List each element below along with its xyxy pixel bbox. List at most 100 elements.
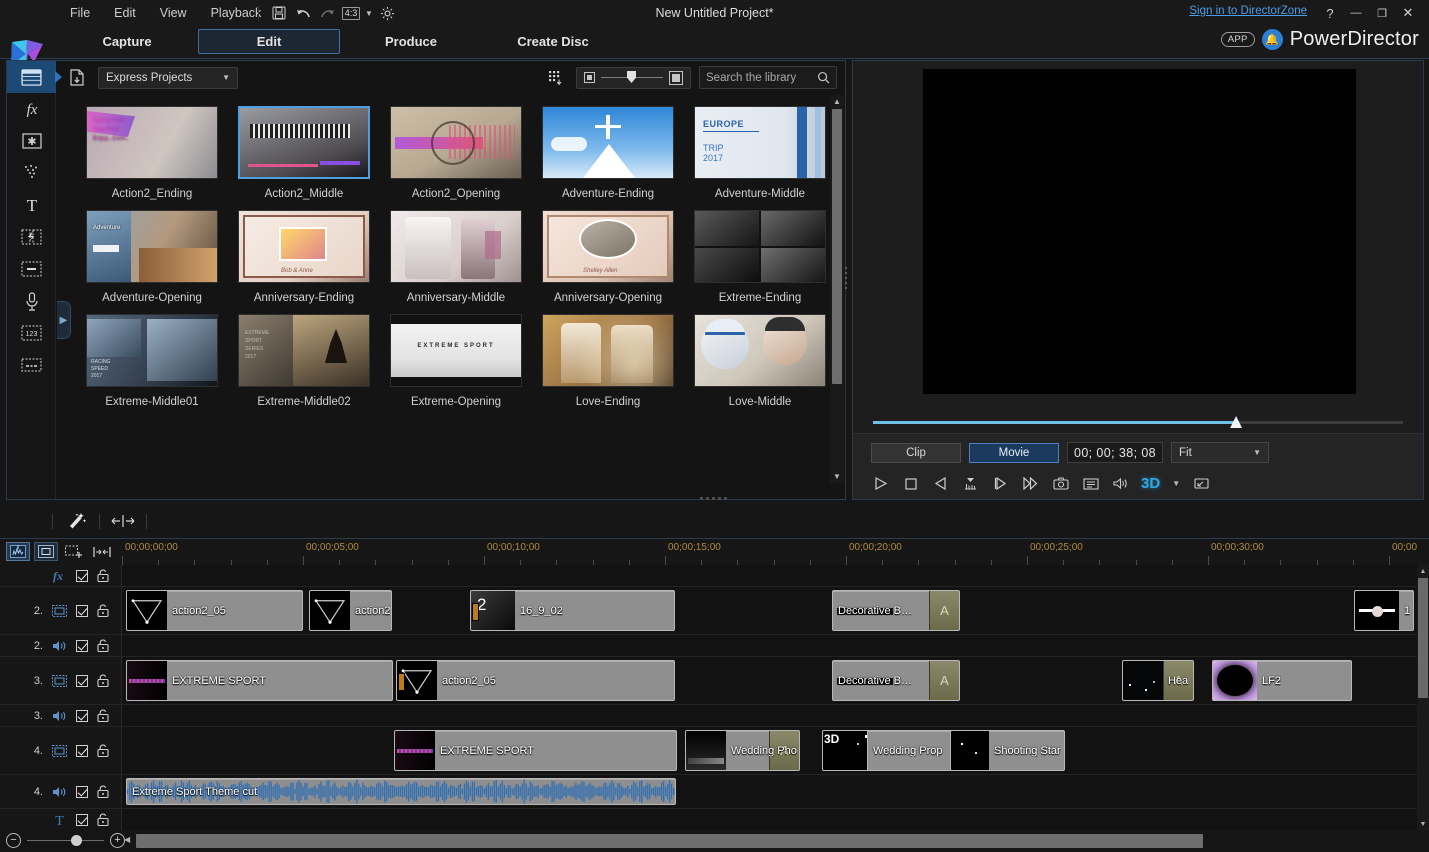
audio-mixing-room-icon[interactable] xyxy=(7,253,56,285)
library-item[interactable]: Anniversary-Middle xyxy=(390,210,522,304)
track-lane[interactable] xyxy=(122,705,1429,726)
library-expand-handle[interactable]: ▶ xyxy=(57,301,71,339)
library-item[interactable]: Love-Middle xyxy=(694,314,826,408)
library-item-thumbnail[interactable] xyxy=(694,314,826,387)
preview-timecode[interactable]: 00; 00; 38; 08 xyxy=(1067,442,1163,463)
track-header[interactable]: 4. xyxy=(0,727,122,774)
library-item[interactable]: Action2_Opening xyxy=(390,106,522,200)
track-lock-icon[interactable] xyxy=(97,639,109,652)
fullscreen-icon[interactable] xyxy=(1192,474,1211,493)
tab-create-disc[interactable]: Create Disc xyxy=(482,29,624,54)
chapter-room-icon[interactable]: 123 xyxy=(7,317,56,349)
chevron-down-icon[interactable]: ▼ xyxy=(363,2,375,24)
track-enable-checkbox[interactable] xyxy=(76,814,88,826)
library-item-thumbnail[interactable]: Bob & Anne xyxy=(238,210,370,283)
library-item-thumbnail[interactable] xyxy=(390,106,522,179)
seek-slider[interactable] xyxy=(873,421,1403,424)
zoom-slider[interactable] xyxy=(27,840,104,841)
library-item-thumbnail[interactable] xyxy=(390,210,522,283)
marker-icon[interactable] xyxy=(961,474,980,493)
timeline-clip[interactable]: Decorative B…A xyxy=(832,660,960,701)
library-item[interactable]: Love-Ending xyxy=(542,314,674,408)
menu-edit[interactable]: Edit xyxy=(102,0,148,26)
track-header[interactable]: 2. xyxy=(0,635,122,656)
library-item-thumbnail[interactable] xyxy=(542,106,674,179)
track-lane[interactable] xyxy=(122,635,1429,656)
preview-screen[interactable] xyxy=(923,69,1356,394)
track-lock-icon[interactable] xyxy=(97,569,109,582)
track-lane[interactable]: EXTREME SPORTWedding PhoA3DWedding PropS… xyxy=(122,727,1429,774)
track-lane[interactable]: action2_05action2216_9_02Decorative B…A1 xyxy=(122,587,1429,634)
timeline-splitter[interactable] xyxy=(700,497,727,500)
timeline-ruler[interactable]: 00;00;00;0000;00;05;0000;00;10;0000;00;1… xyxy=(122,539,1419,565)
library-item-thumbnail[interactable]: Spring ParkNew ParkEnjoy...Com.. xyxy=(86,106,218,179)
search-box[interactable] xyxy=(699,66,837,89)
track-header[interactable]: T xyxy=(0,809,122,830)
track-enable-checkbox[interactable] xyxy=(76,745,88,757)
timeline-clip[interactable]: Shooting Star xyxy=(950,730,1065,771)
library-item[interactable]: Adventure-Ending xyxy=(542,106,674,200)
close-button[interactable]: ✕ xyxy=(1395,2,1421,24)
storyboard-view-icon[interactable] xyxy=(34,542,58,561)
scroll-up-icon[interactable]: ▲ xyxy=(1417,565,1429,577)
library-item-thumbnail[interactable]: RACINGSPEED2017 xyxy=(86,314,218,387)
timeline-clip[interactable]: 216_9_02 xyxy=(470,590,675,631)
effect-room-icon[interactable]: fx xyxy=(7,93,56,125)
track-header[interactable]: 3. xyxy=(0,705,122,726)
track-lock-icon[interactable] xyxy=(97,785,109,798)
timeline-clip[interactable]: 3D xyxy=(822,730,870,771)
library-item-thumbnail[interactable]: Shelley Allen xyxy=(542,210,674,283)
snapshot-icon[interactable] xyxy=(1051,474,1070,493)
library-item[interactable]: Extreme-Ending xyxy=(694,210,826,304)
library-item[interactable]: EUROPETRIP2017Adventure-Middle xyxy=(694,106,826,200)
track-lock-icon[interactable] xyxy=(97,604,109,617)
notification-bell-icon[interactable]: 🔔 xyxy=(1262,29,1283,50)
media-room-icon[interactable] xyxy=(7,61,56,93)
magic-wand-icon[interactable] xyxy=(63,509,89,533)
menu-file[interactable]: File xyxy=(58,0,102,26)
timeline-clip[interactable]: Wedding PhoA xyxy=(685,730,800,771)
library-scrollbar[interactable]: ▲ ▼ xyxy=(830,95,844,483)
scroll-down-icon[interactable]: ▼ xyxy=(830,470,844,483)
tab-capture[interactable]: Capture xyxy=(56,29,198,54)
timeline-vertical-scrollbar[interactable]: ▲ ▼ xyxy=(1417,565,1429,830)
track-enable-checkbox[interactable] xyxy=(76,605,88,617)
track-lock-icon[interactable] xyxy=(97,674,109,687)
volume-icon[interactable] xyxy=(1111,474,1130,493)
tab-edit[interactable]: Edit xyxy=(198,29,340,54)
aspect-ratio-icon[interactable]: 4:3 xyxy=(339,2,363,24)
track-lane[interactable]: EXTREME SPORTaction2_05Decorative B…AHea… xyxy=(122,657,1429,704)
timeline-clip[interactable]: EXTREME SPORT xyxy=(394,730,677,771)
timeline-clip[interactable]: action2 xyxy=(309,590,392,631)
playback-options-icon[interactable] xyxy=(1081,474,1100,493)
sync-icon[interactable] xyxy=(90,542,114,561)
scroll-up-icon[interactable]: ▲ xyxy=(830,95,844,108)
track-manager-icon[interactable] xyxy=(62,542,86,561)
track-header[interactable]: 2. xyxy=(0,587,122,634)
track-header[interactable]: fx xyxy=(0,565,122,586)
save-icon[interactable] xyxy=(267,2,291,24)
clip-mode-button[interactable]: Clip xyxy=(871,443,961,463)
thumbnail-size-slider[interactable] xyxy=(576,67,691,89)
help-button[interactable]: ? xyxy=(1317,2,1343,24)
voice-over-room-icon[interactable] xyxy=(7,285,56,317)
track-header[interactable]: 4. xyxy=(0,775,122,808)
library-item-thumbnail[interactable]: EXTREMESPORTSERIES2017 xyxy=(238,314,370,387)
timeline-horizontal-scrollbar[interactable]: ◀ xyxy=(122,834,1407,848)
play-icon[interactable] xyxy=(871,474,890,493)
search-input[interactable] xyxy=(706,72,811,84)
track-enable-checkbox[interactable] xyxy=(76,786,88,798)
transition-room-icon[interactable] xyxy=(7,221,56,253)
large-thumb-icon[interactable] xyxy=(669,71,683,85)
small-thumb-icon[interactable] xyxy=(584,72,595,83)
next-frame-icon[interactable] xyxy=(991,474,1010,493)
previous-frame-icon[interactable] xyxy=(931,474,950,493)
library-item-thumbnail[interactable] xyxy=(238,106,370,179)
library-item[interactable]: Spring ParkNew ParkEnjoy...Com..Action2_… xyxy=(86,106,218,200)
app-badge[interactable]: APP xyxy=(1221,32,1255,47)
tab-produce[interactable]: Produce xyxy=(340,29,482,54)
track-enable-checkbox[interactable] xyxy=(76,570,88,582)
scrollbar-thumb[interactable] xyxy=(136,834,1203,848)
library-item[interactable]: EXTREME SPORTExtreme-Opening xyxy=(390,314,522,408)
size-slider-track[interactable] xyxy=(601,77,663,78)
